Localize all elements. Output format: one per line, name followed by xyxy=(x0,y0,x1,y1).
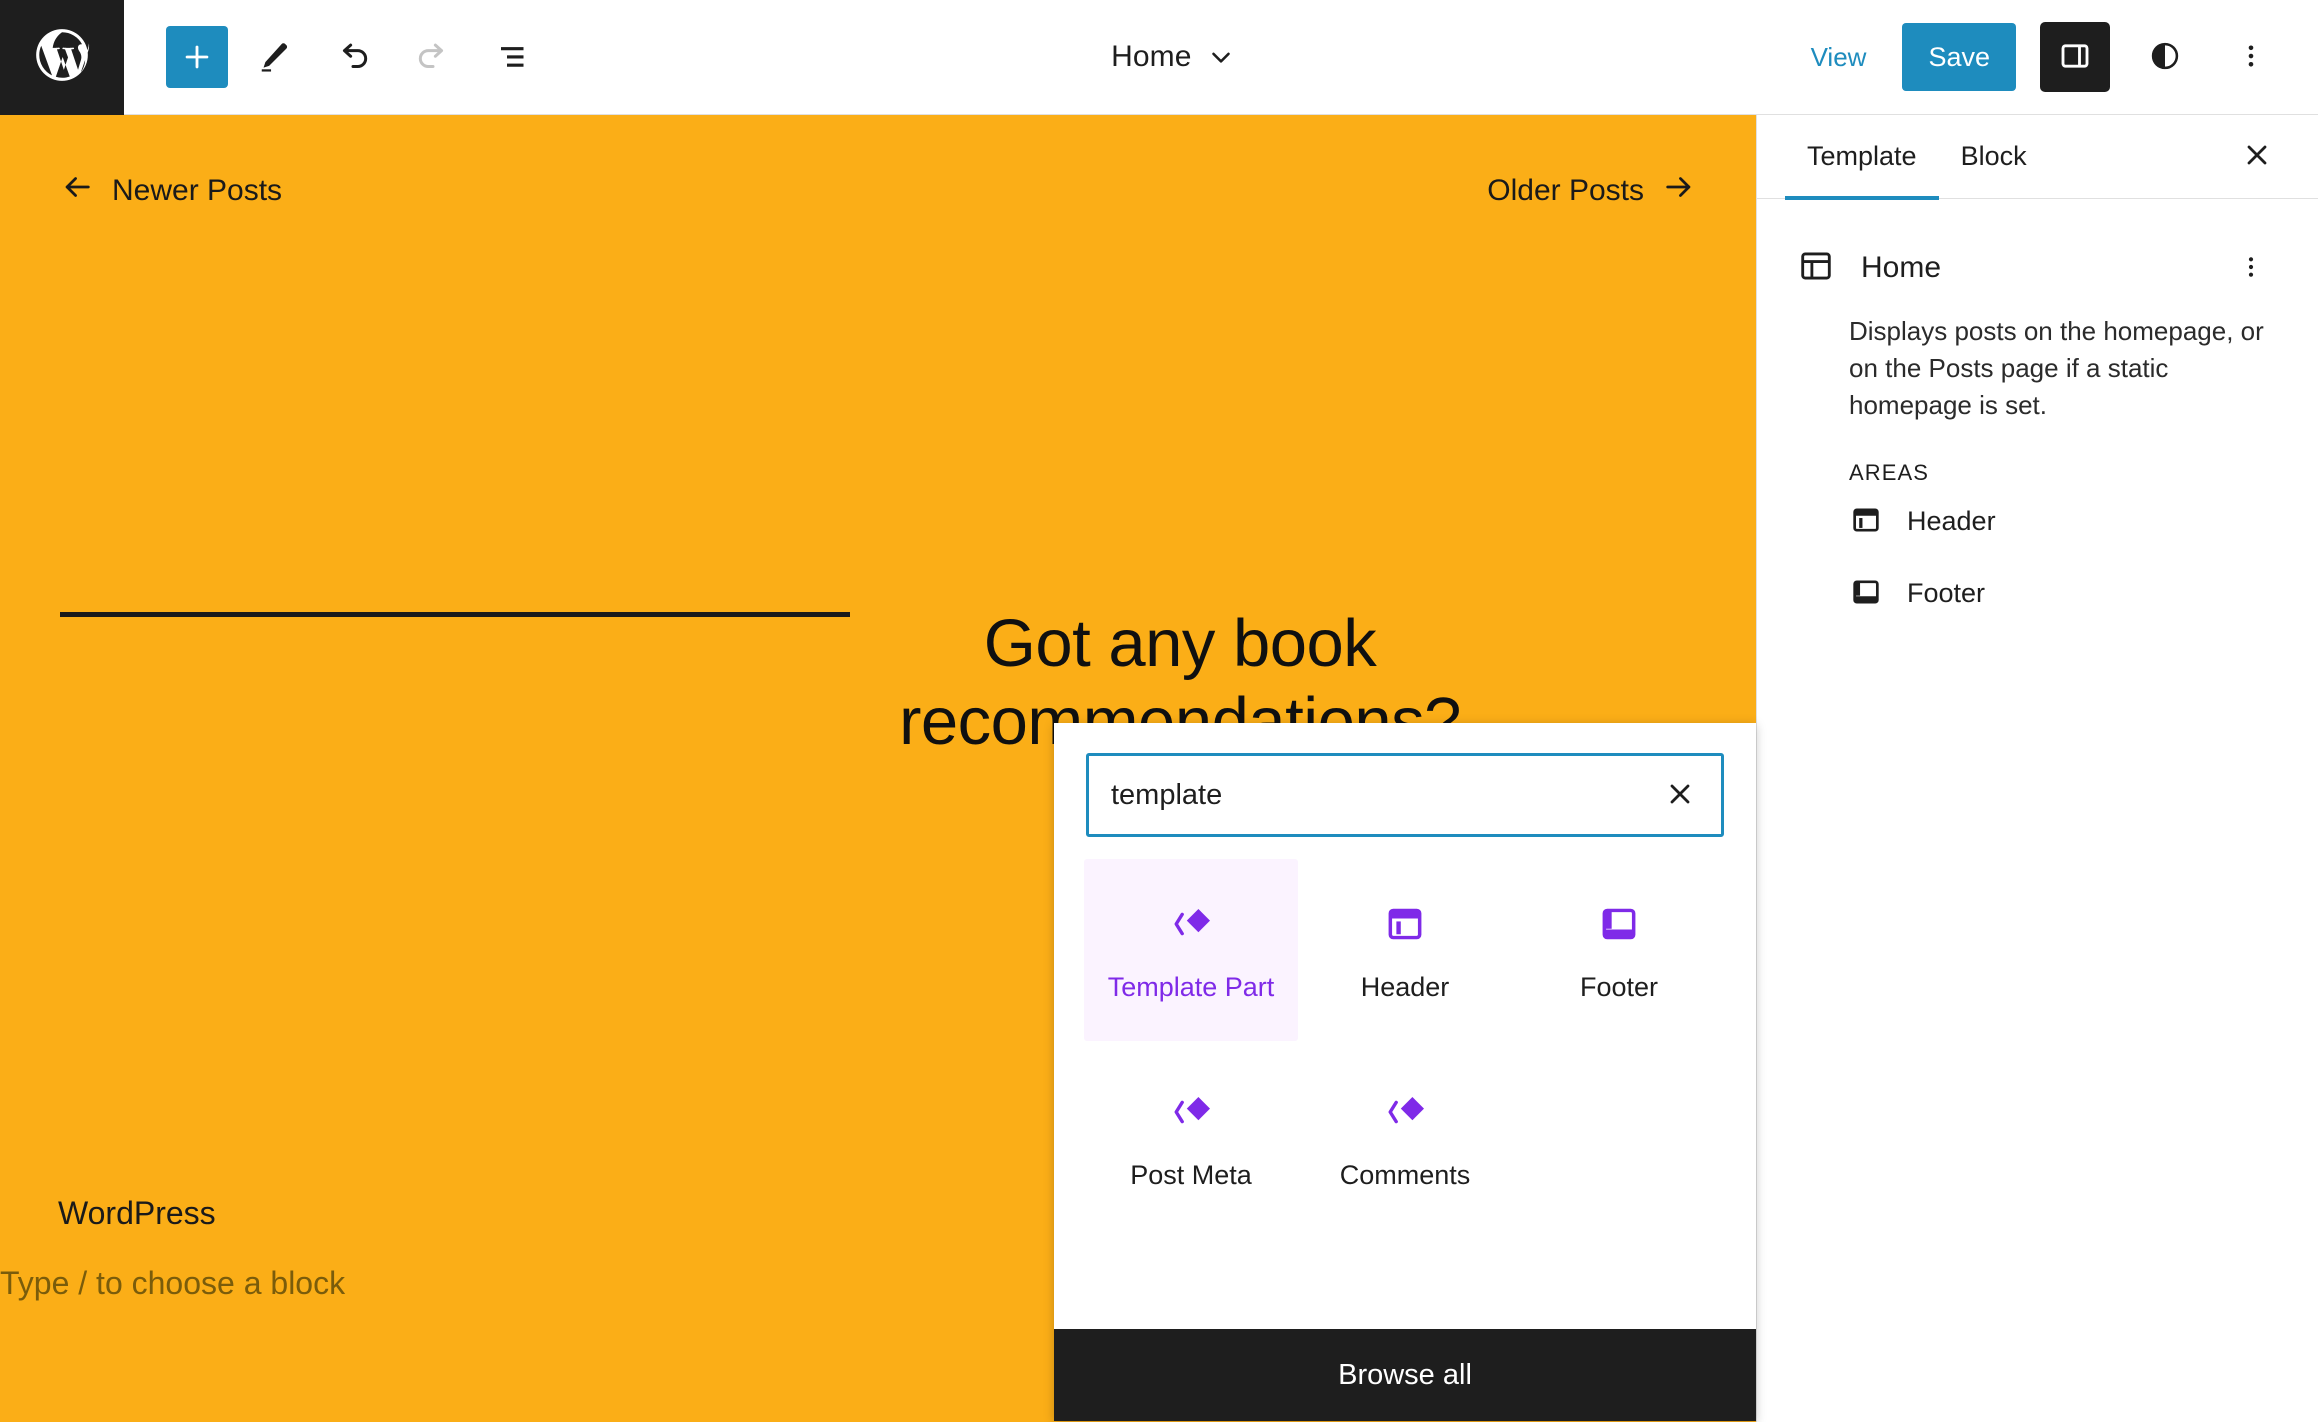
undo-button[interactable] xyxy=(318,22,388,92)
contrast-half-circle-icon xyxy=(2148,39,2182,76)
redo-button[interactable] xyxy=(398,22,468,92)
search-field-wrapper[interactable] xyxy=(1086,753,1724,837)
tab-block[interactable]: Block xyxy=(1939,115,2049,199)
newer-posts-link[interactable]: Newer Posts xyxy=(60,170,282,212)
undo-arrow-icon xyxy=(334,38,372,76)
area-item-footer[interactable]: Footer xyxy=(1849,558,1985,630)
header-layout-icon xyxy=(1849,503,1883,540)
settings-sidebar: Template Block Home Displays posts on th… xyxy=(1756,115,2318,1422)
edit-mode-button[interactable] xyxy=(238,22,308,92)
sidebar-body: Home Displays posts on the homepage, or … xyxy=(1757,199,2318,630)
canvas-empty-paragraph-placeholder[interactable]: Type / to choose a block xyxy=(0,1265,345,1302)
area-item-label: Header xyxy=(1907,506,1996,537)
block-inserter-popover: Template Part Header Footer xyxy=(1054,723,1756,1421)
newer-posts-label: Newer Posts xyxy=(112,174,283,207)
footer-layout-icon xyxy=(1597,898,1641,950)
inserter-search-area xyxy=(1054,723,1756,843)
block-results-grid: Template Part Header Footer Post Meta Co… xyxy=(1054,843,1756,1229)
tab-template[interactable]: Template xyxy=(1785,115,1939,200)
template-part-icon xyxy=(1381,1086,1429,1138)
template-summary-row: Home xyxy=(1797,241,2278,295)
arrow-right-icon xyxy=(1662,170,1696,212)
clear-search-button[interactable] xyxy=(1645,760,1715,830)
toolbar-right-group: View Save xyxy=(1799,22,2318,92)
block-item-footer[interactable]: Footer xyxy=(1512,859,1726,1041)
wordpress-logo-icon xyxy=(31,24,93,91)
block-item-template-part[interactable]: Template Part xyxy=(1084,859,1298,1041)
area-item-label: Footer xyxy=(1907,578,1986,609)
sidebar-tabs: Template Block xyxy=(1757,115,2318,200)
areas-section-label: AREAS xyxy=(1849,459,1930,485)
template-description: Displays posts on the homepage, or on th… xyxy=(1849,316,2264,420)
editor-top-bar: Home View Save xyxy=(0,0,2318,115)
close-x-icon xyxy=(1664,778,1696,813)
block-item-label: Header xyxy=(1360,971,1450,1002)
arrow-left-icon xyxy=(60,170,94,212)
template-layout-icon xyxy=(1797,247,1835,290)
browse-all-button[interactable]: Browse all xyxy=(1054,1329,1756,1421)
block-item-label: Template Part xyxy=(1107,971,1275,1002)
save-button[interactable]: Save xyxy=(1902,23,2016,91)
template-actions-button[interactable] xyxy=(2224,241,2278,295)
kebab-vertical-icon xyxy=(2236,41,2266,74)
template-part-icon xyxy=(1167,898,1215,950)
view-button[interactable]: View xyxy=(1799,32,1879,83)
footer-layout-icon xyxy=(1849,575,1883,612)
block-item-label: Post Meta xyxy=(1130,1159,1252,1190)
block-item-post-meta[interactable]: Post Meta xyxy=(1084,1047,1298,1229)
kebab-vertical-icon xyxy=(2237,253,2265,284)
canvas-site-title[interactable]: WordPress xyxy=(58,1195,216,1232)
redo-arrow-icon xyxy=(414,38,452,76)
block-item-comments[interactable]: Comments xyxy=(1298,1047,1512,1229)
template-part-icon xyxy=(1167,1086,1215,1138)
older-posts-link[interactable]: Older Posts xyxy=(1487,170,1696,212)
header-layout-icon xyxy=(1383,898,1427,950)
document-title: Home xyxy=(1111,40,1192,73)
close-sidebar-button[interactable] xyxy=(2224,124,2290,190)
toolbar-left-group xyxy=(124,22,548,92)
sidebar-panel-icon xyxy=(2057,38,2093,77)
area-item-header[interactable]: Header xyxy=(1849,486,1996,558)
document-title-group[interactable]: Home xyxy=(548,40,1799,74)
block-search-input[interactable] xyxy=(1089,778,1645,812)
separator-block[interactable] xyxy=(60,612,850,617)
add-block-button[interactable] xyxy=(166,26,228,88)
list-view-button[interactable] xyxy=(478,22,548,92)
block-item-header[interactable]: Header xyxy=(1298,859,1512,1041)
block-item-label: Footer xyxy=(1579,971,1659,1002)
pencil-icon xyxy=(255,39,291,75)
chevron-down-icon xyxy=(1206,42,1236,72)
query-pagination: Newer Posts Older Posts xyxy=(0,170,1756,212)
wordpress-logo-button[interactable] xyxy=(0,0,124,115)
more-options-button[interactable] xyxy=(2220,26,2282,88)
styles-button[interactable] xyxy=(2134,26,2196,88)
plus-icon xyxy=(180,40,214,74)
list-view-icon xyxy=(495,39,531,75)
close-x-icon xyxy=(2241,139,2273,174)
settings-sidebar-toggle[interactable] xyxy=(2040,22,2110,92)
older-posts-label: Older Posts xyxy=(1487,174,1644,207)
template-title: Home xyxy=(1861,251,1942,284)
block-item-label: Comments xyxy=(1339,1159,1471,1190)
